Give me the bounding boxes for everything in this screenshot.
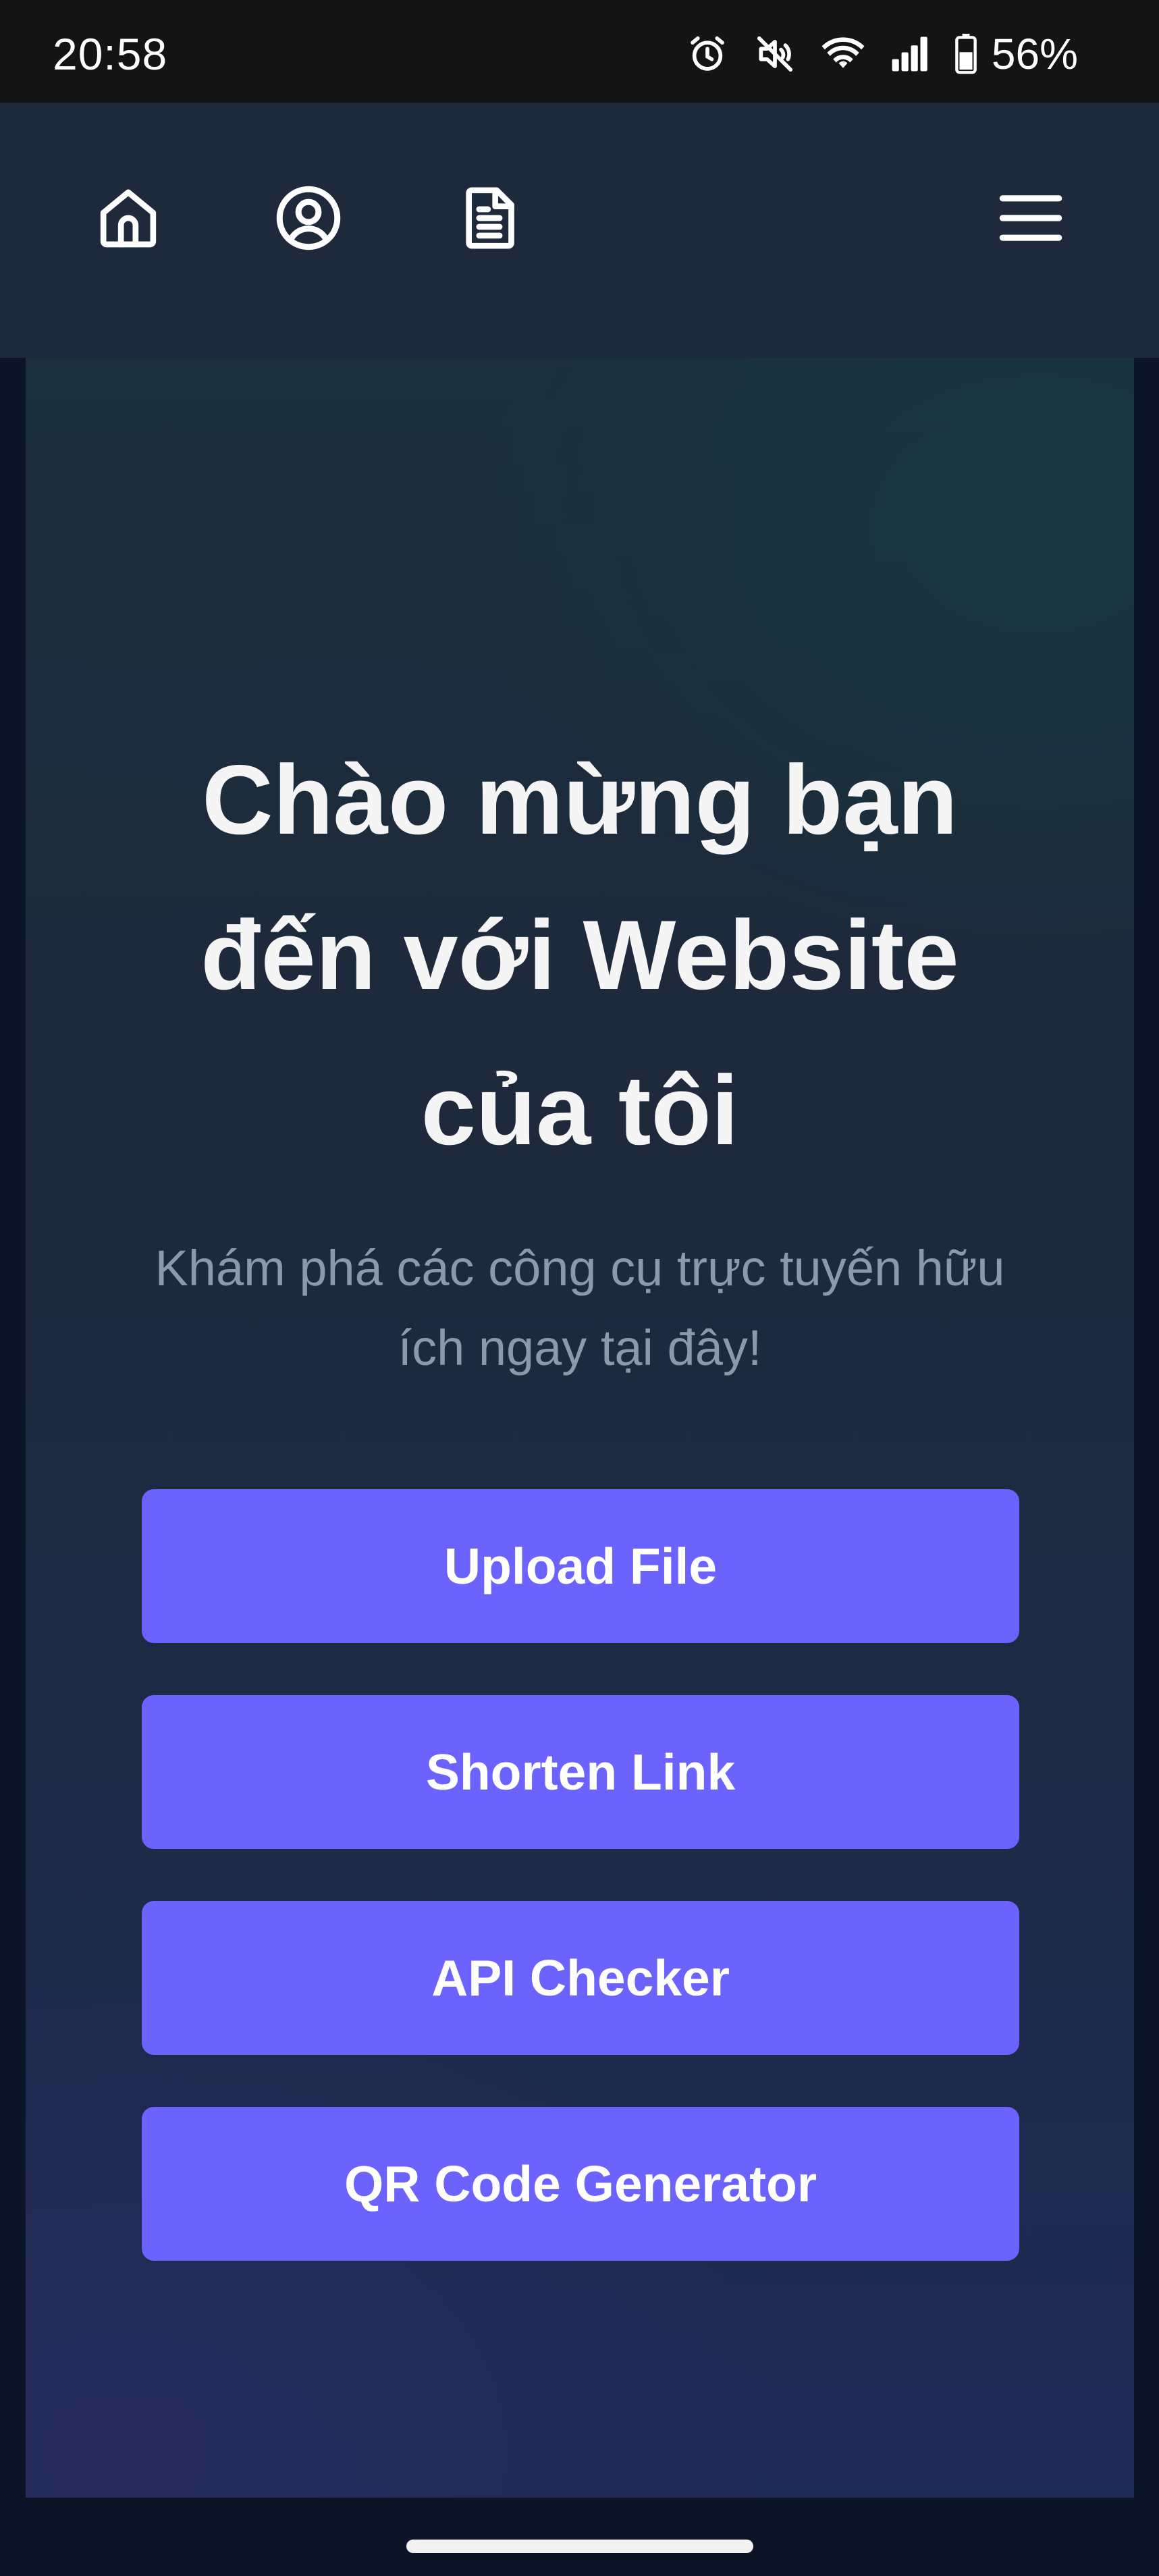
- shorten-link-button[interactable]: Shorten Link: [142, 1695, 1019, 1849]
- alarm-icon: [686, 33, 728, 75]
- upload-file-button[interactable]: Upload File: [142, 1489, 1019, 1643]
- user-icon[interactable]: [271, 181, 346, 255]
- wifi-icon: [821, 35, 865, 73]
- gesture-area: [0, 2498, 1159, 2576]
- home-icon[interactable]: [91, 181, 165, 255]
- screen: 20:58 56% Chào mừng bạn đến với Website …: [0, 0, 1159, 2576]
- api-checker-button[interactable]: API Checker: [142, 1901, 1019, 2055]
- hero-card: Chào mừng bạn đến với Website của tôi Kh…: [26, 358, 1134, 2498]
- gesture-handle[interactable]: [406, 2540, 753, 2553]
- menu-icon[interactable]: [994, 181, 1068, 255]
- qr-code-generator-button[interactable]: QR Code Generator: [142, 2107, 1019, 2261]
- top-navbar: [0, 103, 1159, 358]
- mute-icon: [754, 33, 796, 75]
- status-time: 20:58: [53, 29, 168, 79]
- hero-title: Chào mừng bạn đến với Website của tôi: [200, 745, 959, 1165]
- battery-icon: [954, 34, 978, 74]
- status-bar: 20:58 56%: [0, 0, 1159, 103]
- signal-icon: [890, 35, 928, 73]
- status-icons: 56%: [686, 27, 1078, 81]
- battery-percent: 56%: [991, 30, 1078, 78]
- hero-subtitle: Khám phá các công cụ trực tuyến hữu ích …: [155, 1240, 1005, 1376]
- document-icon[interactable]: [452, 181, 527, 255]
